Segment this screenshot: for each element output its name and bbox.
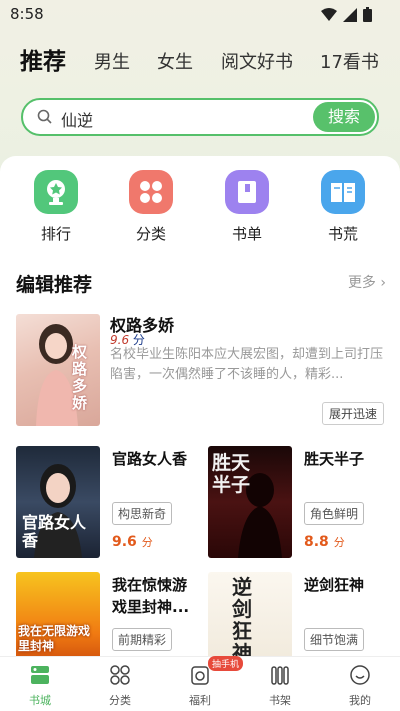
tab-female[interactable]: 女生 — [157, 48, 193, 74]
nav-label: 书架 — [269, 694, 291, 707]
nav-label: 分类 — [109, 694, 131, 707]
book-title: 我在惊悚游戏里封神... — [112, 576, 190, 616]
category-label: 分类 — [135, 225, 166, 243]
book-card[interactable]: 逆剑狂神 逆剑狂神 细节饱满 — [208, 572, 392, 684]
book-score-unit: 分 — [333, 536, 345, 549]
category-label: 书单 — [231, 225, 262, 243]
bottom-nav: 书城 分类 抽手机 福利 书架 我的 — [0, 656, 400, 711]
nav-label: 我的 — [349, 694, 371, 707]
category-icon — [110, 665, 130, 685]
featured-description: 名校毕业生陈阳本应大展宏图，却遭到上司打压陷害，一次偶然睡了不该睡的人，精彩..… — [110, 347, 384, 382]
nav-bookstore[interactable]: 书城 — [10, 664, 70, 708]
category-ranking[interactable]: 排行 — [26, 170, 86, 244]
more-link[interactable]: 更多 › — [348, 272, 386, 292]
featured-cover-text: 权路多娇 — [72, 343, 88, 412]
main-content: 排行 分类 书单 书荒 编辑推荐 更多 › 权路多娇 权路多娇 9.6 分 名校… — [0, 156, 400, 684]
section-title: 编辑推荐 — [16, 274, 93, 296]
tab-male[interactable]: 男生 — [94, 48, 130, 74]
book-cover-text: 我在无限游戏里封神 — [18, 624, 91, 653]
wifi-icon — [321, 7, 337, 21]
status-bar: 8:58 — [0, 0, 400, 30]
trophy-icon — [34, 170, 78, 214]
tab-recommend[interactable]: 推荐 — [20, 42, 66, 76]
book-title: 官路女人香 — [112, 450, 188, 468]
nav-welfare[interactable]: 抽手机 福利 — [170, 656, 244, 708]
book-score: 9.6 分 — [112, 534, 153, 550]
book-score-value: 9.6 — [112, 534, 137, 550]
grid-icon — [129, 170, 173, 214]
book-cover-text: 逆剑狂神 — [232, 575, 252, 665]
featured-tag: 展开迅速 — [321, 402, 384, 425]
status-time: 8:58 — [10, 5, 44, 23]
nav-category[interactable]: 分类 — [90, 664, 150, 708]
nav-profile[interactable]: 我的 — [330, 664, 390, 708]
nav-label: 书城 — [29, 694, 51, 707]
book-score-unit: 分 — [141, 536, 153, 549]
tab-yuewen[interactable]: 阅文好书 — [221, 48, 293, 74]
more-label: 更多 — [347, 275, 376, 291]
search-button[interactable]: 搜索 — [313, 102, 375, 132]
book-cover: 胜天半子 — [208, 446, 292, 558]
category-classify[interactable]: 分类 — [121, 170, 181, 244]
book-tag: 细节饱满 — [304, 628, 365, 651]
book-card[interactable]: 胜天半子 胜天半子 角色鲜明 8.8 分 — [208, 446, 392, 558]
search-bar[interactable]: 仙逆 搜索 — [21, 98, 379, 136]
signal-icon — [343, 7, 357, 22]
booklist-icon — [225, 170, 269, 214]
battery-icon — [363, 7, 372, 22]
book-title: 逆剑狂神 — [304, 576, 365, 594]
featured-book-cover[interactable]: 权路多娇 — [16, 314, 100, 426]
top-tabs: 推荐 男生 女生 阅文好书 17看书 — [0, 38, 400, 78]
book-tag: 构思新奇 — [112, 502, 173, 525]
gift-icon — [191, 666, 209, 685]
book-card[interactable]: 官路女人香 官路女人香 构思新奇 9.6 分 — [16, 446, 200, 558]
book-icon — [321, 170, 365, 214]
book-cover-text: 胜天半子 — [212, 452, 251, 496]
book-score-value: 8.8 — [304, 534, 329, 550]
category-bookfamine[interactable]: 书荒 — [313, 170, 373, 244]
book-title: 胜天半子 — [304, 450, 365, 468]
search-icon — [37, 109, 52, 124]
book-tag: 前期精彩 — [112, 628, 173, 651]
nav-badge: 抽手机 — [208, 656, 244, 671]
category-booklist[interactable]: 书单 — [217, 170, 277, 244]
book-tag: 角色鲜明 — [304, 502, 365, 525]
nav-bookshelf[interactable]: 书架 — [250, 664, 310, 708]
bookstore-icon — [31, 666, 49, 684]
bookshelf-icon — [271, 666, 289, 685]
status-icons — [321, 7, 372, 22]
tab-17kanshu[interactable]: 17看书 — [320, 48, 379, 74]
search-input[interactable]: 仙逆 — [61, 107, 93, 131]
chevron-right-icon: › — [380, 275, 386, 291]
nav-label: 福利 — [189, 694, 211, 707]
category-label: 书荒 — [327, 225, 358, 243]
book-card[interactable]: 我在无限游戏里封神 我在惊悚游戏里封神... 前期精彩 — [16, 572, 200, 684]
category-label: 排行 — [40, 225, 71, 243]
book-cover: 官路女人香 — [16, 446, 100, 558]
book-score: 8.8 分 — [304, 534, 345, 550]
book-cover-text: 官路女人香 — [22, 513, 87, 550]
profile-icon — [350, 665, 370, 685]
